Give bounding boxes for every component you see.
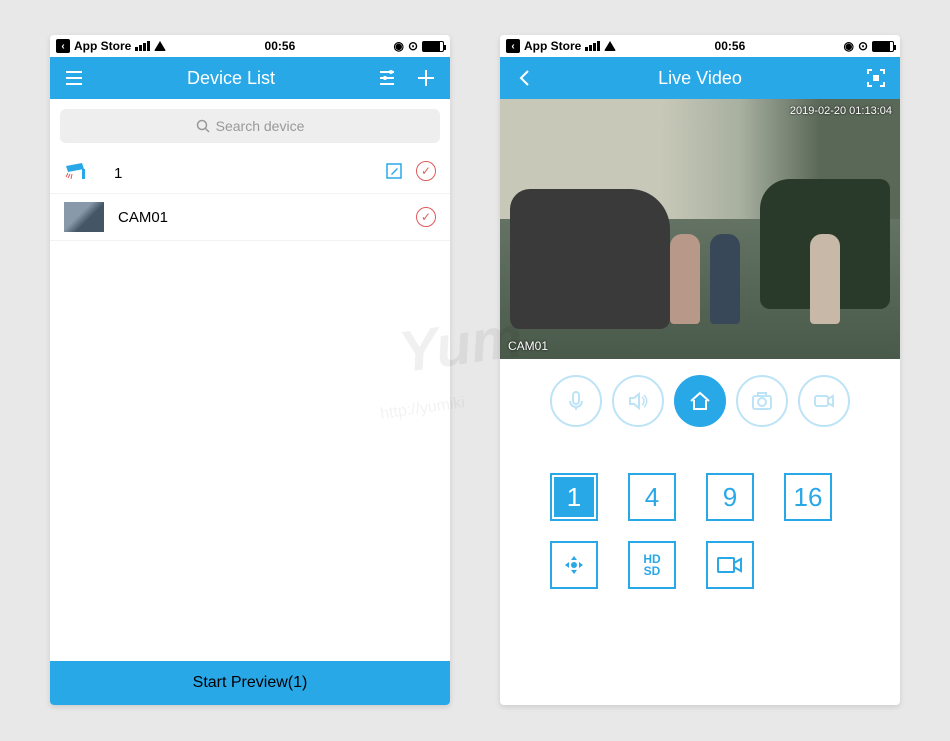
status-app-label[interactable]: App Store	[524, 39, 581, 53]
grid-16-button[interactable]: 16	[784, 473, 832, 521]
video-feed[interactable]: 2019-02-20 01:13:04 CAM01	[500, 99, 900, 359]
edit-icon[interactable]	[384, 161, 404, 185]
header-live-video: Live Video	[500, 57, 900, 99]
menu-icon[interactable]	[62, 66, 86, 90]
cellular-signal-icon	[135, 41, 150, 51]
video-mode-button[interactable]	[706, 541, 754, 589]
phone-live-video: ‹ App Store 00:56 ◉ ⊙ Live Video 2019-02…	[500, 35, 900, 705]
start-preview-button[interactable]: Start Preview(1)	[50, 661, 450, 705]
status-time: 00:56	[715, 39, 746, 53]
fullscreen-icon[interactable]	[864, 66, 888, 90]
control-bar	[500, 359, 900, 443]
back-to-appstore-icon[interactable]: ‹	[506, 39, 520, 53]
grid-1-button[interactable]: 1	[550, 473, 598, 521]
camera-device-icon	[64, 161, 94, 185]
wifi-icon	[154, 41, 166, 51]
record-button[interactable]	[798, 375, 850, 427]
page-title: Live Video	[658, 68, 742, 89]
video-timestamp: 2019-02-20 01:13:04	[790, 105, 892, 117]
battery-icon	[872, 41, 894, 52]
home-button[interactable]	[674, 375, 726, 427]
phone-device-list: ‹ App Store 00:56 ◉ ⊙ Device List Search…	[50, 35, 450, 705]
status-bar: ‹ App Store 00:56 ◉ ⊙	[500, 35, 900, 57]
grid-9-button[interactable]: 9	[706, 473, 754, 521]
back-to-appstore-icon[interactable]: ‹	[56, 39, 70, 53]
mic-button[interactable]	[550, 375, 602, 427]
location-icon: ◉	[393, 39, 403, 53]
camera-thumbnail	[64, 202, 104, 232]
status-time: 00:56	[265, 39, 296, 53]
snapshot-button[interactable]	[736, 375, 788, 427]
speaker-button[interactable]	[612, 375, 664, 427]
filter-icon[interactable]	[376, 66, 400, 90]
grid-options: 1 4 9 16 HDSD	[500, 443, 900, 705]
grid-4-button[interactable]: 4	[628, 473, 676, 521]
alarm-icon: ⊙	[858, 39, 868, 53]
wifi-icon	[604, 41, 616, 51]
alarm-icon: ⊙	[408, 39, 418, 53]
device-group-row[interactable]: 1 ✓	[50, 153, 450, 194]
location-icon: ◉	[843, 39, 853, 53]
quality-button[interactable]: HDSD	[628, 541, 676, 589]
select-check-icon[interactable]: ✓	[416, 207, 436, 227]
camera-row[interactable]: CAM01 ✓	[50, 194, 450, 241]
search-icon	[196, 119, 210, 133]
ptz-button[interactable]	[550, 541, 598, 589]
device-group-label: 1	[114, 165, 384, 182]
camera-name: CAM01	[118, 209, 416, 226]
cellular-signal-icon	[585, 41, 600, 51]
battery-icon	[422, 41, 444, 52]
header-device-list: Device List	[50, 57, 450, 99]
page-title: Device List	[187, 68, 275, 89]
status-app-label[interactable]: App Store	[74, 39, 131, 53]
add-icon[interactable]	[414, 66, 438, 90]
back-icon[interactable]	[512, 66, 536, 90]
video-camera-label: CAM01	[508, 339, 548, 353]
select-check-icon[interactable]: ✓	[416, 161, 436, 181]
search-input[interactable]: Search device	[60, 109, 440, 143]
search-placeholder: Search device	[216, 118, 305, 134]
status-bar: ‹ App Store 00:56 ◉ ⊙	[50, 35, 450, 57]
